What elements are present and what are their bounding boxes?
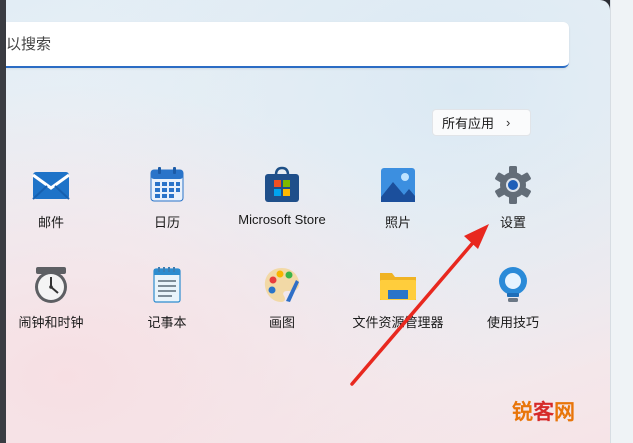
mail-icon — [32, 172, 70, 200]
watermark-char: 客 — [533, 400, 554, 424]
folder-icon — [380, 273, 416, 300]
app-notepad[interactable]: 记事本 — [112, 265, 222, 345]
search-box[interactable] — [6, 22, 569, 68]
app-microsoft-store[interactable]: Microsoft Store — [227, 165, 337, 245]
app-label: 照片 — [384, 215, 411, 230]
store-icon — [265, 166, 299, 202]
chevron-right-icon: › — [506, 115, 511, 130]
app-label: 画图 — [268, 315, 295, 330]
app-label: 日历 — [153, 215, 180, 230]
app-paint[interactable]: 画图 — [227, 265, 337, 345]
search-input[interactable] — [6, 22, 569, 66]
alarm-clock-icon — [35, 267, 67, 303]
app-mail[interactable]: 邮件 — [0, 165, 106, 245]
watermark-logo: 锐客网 — [512, 396, 575, 426]
watermark-char: 网 — [554, 400, 575, 424]
app-label: 设置 — [499, 215, 526, 230]
calendar-icon — [150, 167, 184, 202]
app-settings[interactable]: 设置 — [458, 165, 568, 245]
all-apps-label: 所有应用 — [442, 116, 495, 131]
app-label: 使用技巧 — [486, 315, 539, 330]
app-file-explorer[interactable]: 文件资源管理器 — [343, 265, 453, 345]
paint-palette-icon — [264, 268, 300, 302]
app-photos[interactable]: 照片 — [343, 165, 453, 245]
notepad-icon — [153, 267, 181, 303]
app-calendar[interactable]: 日历 — [112, 165, 222, 245]
watermark-char: 锐 — [512, 400, 533, 424]
settings-gear-icon — [495, 166, 531, 204]
app-label: 闹钟和时钟 — [18, 315, 84, 330]
app-label: 邮件 — [37, 215, 64, 230]
app-label: 文件资源管理器 — [352, 315, 444, 330]
app-label: Microsoft Store — [238, 212, 326, 227]
app-alarms-clock[interactable]: 闹钟和时钟 — [0, 265, 106, 345]
right-edge-strip — [610, 0, 633, 443]
photos-icon — [381, 168, 415, 202]
tips-lightbulb-icon — [499, 267, 527, 302]
all-apps-button[interactable]: 所有应用 › — [432, 109, 531, 136]
app-tips[interactable]: 使用技巧 — [458, 265, 568, 345]
app-label: 记事本 — [147, 315, 187, 330]
